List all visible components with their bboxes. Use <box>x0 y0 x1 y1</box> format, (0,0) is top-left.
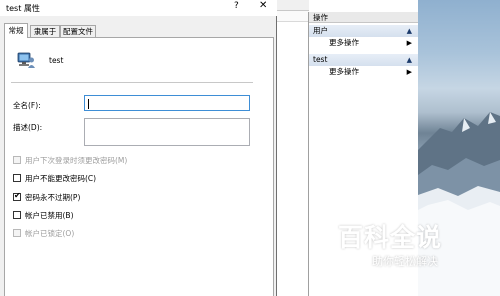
full-name-input[interactable] <box>84 95 250 111</box>
watermark: 百科全说 助你轻松解决 <box>331 218 463 270</box>
actions-group-users[interactable]: 用户 ▲ <box>309 25 418 37</box>
mmc-middle-pane <box>272 0 309 296</box>
mmc-toolbar-strip <box>273 0 309 11</box>
collapse-icon[interactable]: ▲ <box>407 25 412 37</box>
mmc-header-strip <box>273 11 309 22</box>
user-account-icon <box>17 52 35 68</box>
actions-group-label: 用户 <box>313 26 328 35</box>
tab-general[interactable]: 常规 <box>4 23 28 38</box>
checkbox-label: 帐户已锁定(O) <box>25 229 75 238</box>
description-label: 描述(D): <box>13 123 43 132</box>
help-button[interactable]: ? <box>234 1 239 11</box>
dialog-titlebar[interactable]: test 属性 ? ✕ <box>0 0 277 16</box>
more-actions-label: 更多操作 <box>329 38 359 47</box>
actions-group-label: test <box>313 55 328 64</box>
checkbox-label: 密码永不过期(P) <box>25 193 81 202</box>
separator-line <box>11 82 253 83</box>
tab-member-of[interactable]: 隶属于 <box>30 25 60 37</box>
watermark-subtitle: 助你轻松解决 <box>372 255 438 268</box>
checkbox-box[interactable] <box>13 229 21 237</box>
watermark-title: 百科全说 <box>338 223 443 252</box>
actions-group-test[interactable]: test ▲ <box>309 54 418 66</box>
checkbox-label: 帐户已禁用(B) <box>25 211 74 220</box>
more-actions-item[interactable]: 更多操作 ▶ <box>309 66 418 78</box>
checkbox-box[interactable]: ✔ <box>13 191 21 201</box>
text-cursor <box>88 99 89 109</box>
more-actions-label: 更多操作 <box>329 67 359 76</box>
checkbox-box[interactable] <box>13 211 21 219</box>
actions-pane-title: 操作 <box>309 12 418 23</box>
checkbox-label: 用户下次登录时须更改密码(M) <box>25 156 128 165</box>
full-name-label: 全名(F): <box>13 101 41 110</box>
user-name-text: test <box>49 56 64 65</box>
submenu-arrow-icon: ▶ <box>406 68 412 76</box>
close-button[interactable]: ✕ <box>259 0 267 11</box>
checkbox-box[interactable] <box>13 174 21 182</box>
more-actions-item[interactable]: 更多操作 ▶ <box>309 37 418 49</box>
checkbox-label: 用户不能更改密码(C) <box>25 174 97 183</box>
general-tab-panel: test 全名(F): 描述(D): 用户下次登录时须更改密码(M) 用户不能更… <box>4 37 274 296</box>
checkmark-icon: ✔ <box>14 191 21 200</box>
description-input[interactable] <box>84 118 250 146</box>
checkbox-box[interactable] <box>13 156 21 164</box>
dialog-title: test 属性 <box>6 4 40 13</box>
collapse-icon[interactable]: ▲ <box>407 54 412 66</box>
submenu-arrow-icon: ▶ <box>406 39 412 47</box>
tab-profile[interactable]: 配置文件 <box>60 25 96 37</box>
properties-dialog: test 属性 ? ✕ 常规 隶属于 配置文件 test 全名(F): 描述(D… <box>0 0 277 296</box>
